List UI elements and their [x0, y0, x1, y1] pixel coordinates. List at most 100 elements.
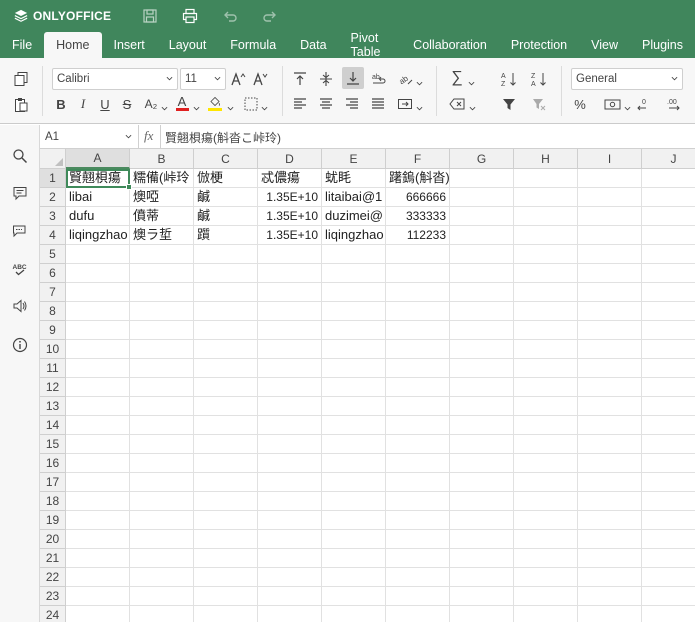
cell-g1[interactable]	[450, 169, 514, 188]
cell-g12[interactable]	[450, 378, 514, 397]
cell-g5[interactable]	[450, 245, 514, 264]
cell-j2[interactable]	[642, 188, 695, 207]
row-header[interactable]: 22	[40, 568, 66, 587]
cell-h8[interactable]	[514, 302, 578, 321]
cell-i15[interactable]	[578, 435, 642, 454]
cell-h13[interactable]	[514, 397, 578, 416]
cell-b15[interactable]	[130, 435, 194, 454]
row-header[interactable]: 18	[40, 492, 66, 511]
cell-d8[interactable]	[258, 302, 322, 321]
cell-c15[interactable]	[194, 435, 258, 454]
cell-d15[interactable]	[258, 435, 322, 454]
cell-i23[interactable]	[578, 587, 642, 606]
cell-i7[interactable]	[578, 283, 642, 302]
cell-j14[interactable]	[642, 416, 695, 435]
cell-h17[interactable]	[514, 473, 578, 492]
tab-data[interactable]: Data	[288, 32, 338, 58]
chevron-down-icon[interactable]	[160, 98, 168, 118]
cell-i21[interactable]	[578, 549, 642, 568]
tab-formula[interactable]: Formula	[218, 32, 288, 58]
row-header[interactable]: 24	[40, 606, 66, 622]
cell-b17[interactable]	[130, 473, 194, 492]
cell-f20[interactable]	[386, 530, 450, 549]
cell-g7[interactable]	[450, 283, 514, 302]
cell-j8[interactable]	[642, 302, 695, 321]
cell-j16[interactable]	[642, 454, 695, 473]
cell-h5[interactable]	[514, 245, 578, 264]
cell-h19[interactable]	[514, 511, 578, 530]
cell-i12[interactable]	[578, 378, 642, 397]
row-header[interactable]: 17	[40, 473, 66, 492]
cell-g4[interactable]	[450, 226, 514, 245]
cell-c23[interactable]	[194, 587, 258, 606]
cell-d22[interactable]	[258, 568, 322, 587]
cell-a22[interactable]	[66, 568, 130, 587]
cell-d20[interactable]	[258, 530, 322, 549]
column-header-d[interactable]: D	[258, 149, 322, 169]
cell-j22[interactable]	[642, 568, 695, 587]
cell-h6[interactable]	[514, 264, 578, 283]
cell-g3[interactable]	[450, 207, 514, 226]
cell-e2[interactable]: litaibai@1	[322, 188, 386, 207]
cell-h3[interactable]	[514, 207, 578, 226]
cell-b14[interactable]	[130, 416, 194, 435]
speaker-icon[interactable]	[11, 297, 29, 315]
cell-a18[interactable]	[66, 492, 130, 511]
cell-f23[interactable]	[386, 587, 450, 606]
cell-f6[interactable]	[386, 264, 450, 283]
column-header-i[interactable]: I	[578, 149, 642, 169]
cell-g15[interactable]	[450, 435, 514, 454]
cell-d6[interactable]	[258, 264, 322, 283]
cell-g21[interactable]	[450, 549, 514, 568]
cell-j20[interactable]	[642, 530, 695, 549]
chevron-down-icon[interactable]	[415, 98, 423, 118]
cell-d7[interactable]	[258, 283, 322, 302]
cell-d10[interactable]	[258, 340, 322, 359]
tab-home[interactable]: Home	[44, 32, 102, 58]
align-right-icon[interactable]	[343, 94, 361, 114]
cell-d2[interactable]: 1.35E+10	[258, 188, 322, 207]
cell-i17[interactable]	[578, 473, 642, 492]
cell-c6[interactable]	[194, 264, 258, 283]
cell-a13[interactable]	[66, 397, 130, 416]
cell-g13[interactable]	[450, 397, 514, 416]
merge-cells-icon[interactable]	[396, 94, 414, 114]
chevron-down-icon[interactable]	[467, 73, 475, 93]
cell-b1[interactable]: 糯備(峠玲	[130, 169, 194, 188]
row-header[interactable]: 10	[40, 340, 66, 359]
insert-function-icon[interactable]	[448, 94, 468, 114]
row-header[interactable]: 14	[40, 416, 66, 435]
decrease-decimal-icon[interactable]: 0	[636, 94, 654, 114]
cell-e15[interactable]	[322, 435, 386, 454]
save-icon[interactable]	[141, 7, 159, 25]
cell-c16[interactable]	[194, 454, 258, 473]
cell-c18[interactable]	[194, 492, 258, 511]
cell-f9[interactable]	[386, 321, 450, 340]
cell-i1[interactable]	[578, 169, 642, 188]
cell-g23[interactable]	[450, 587, 514, 606]
cell-a2[interactable]: libai	[66, 188, 130, 207]
column-header-g[interactable]: G	[450, 149, 514, 169]
cell-e16[interactable]	[322, 454, 386, 473]
cell-a8[interactable]	[66, 302, 130, 321]
cell-a12[interactable]	[66, 378, 130, 397]
chat-icon[interactable]	[11, 222, 29, 240]
align-center-icon[interactable]	[317, 94, 335, 114]
cell-b8[interactable]	[130, 302, 194, 321]
cell-e6[interactable]	[322, 264, 386, 283]
cell-i24[interactable]	[578, 606, 642, 622]
cell-h9[interactable]	[514, 321, 578, 340]
cell-j7[interactable]	[642, 283, 695, 302]
cell-i4[interactable]	[578, 226, 642, 245]
cell-c11[interactable]	[194, 359, 258, 378]
cell-e12[interactable]	[322, 378, 386, 397]
cell-a10[interactable]	[66, 340, 130, 359]
cell-g18[interactable]	[450, 492, 514, 511]
wrap-text-icon[interactable]: ab	[370, 69, 388, 89]
select-all-corner[interactable]	[40, 149, 66, 169]
cell-a7[interactable]	[66, 283, 130, 302]
row-header[interactable]: 23	[40, 587, 66, 606]
cell-h11[interactable]	[514, 359, 578, 378]
row-header[interactable]: 20	[40, 530, 66, 549]
cell-b7[interactable]	[130, 283, 194, 302]
